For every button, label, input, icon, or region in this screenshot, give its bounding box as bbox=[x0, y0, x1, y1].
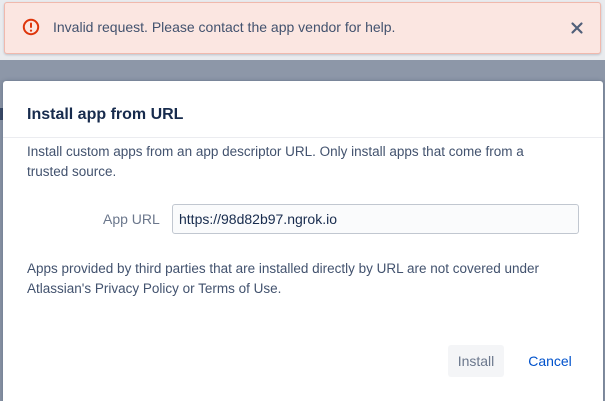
disclaimer-text: Apps provided by third parties that are … bbox=[27, 261, 540, 296]
error-icon bbox=[22, 18, 40, 36]
dialog-title: Install app from URL bbox=[27, 106, 184, 123]
app-url-input[interactable] bbox=[172, 204, 579, 234]
dialog-divider bbox=[3, 137, 603, 138]
error-message: Invalid request. Please contact the app … bbox=[53, 19, 396, 35]
dialog-intro-text: Install custom apps from an app descript… bbox=[27, 144, 524, 179]
cancel-button[interactable]: Cancel bbox=[520, 345, 580, 377]
app-url-label: App URL bbox=[103, 211, 160, 227]
install-button[interactable]: Install bbox=[448, 345, 504, 377]
install-app-dialog: Install app from URL Install custom apps… bbox=[3, 81, 603, 401]
close-icon[interactable] bbox=[570, 21, 584, 35]
error-flag: Invalid request. Please contact the app … bbox=[4, 2, 601, 54]
page-header-bar bbox=[0, 60, 605, 80]
